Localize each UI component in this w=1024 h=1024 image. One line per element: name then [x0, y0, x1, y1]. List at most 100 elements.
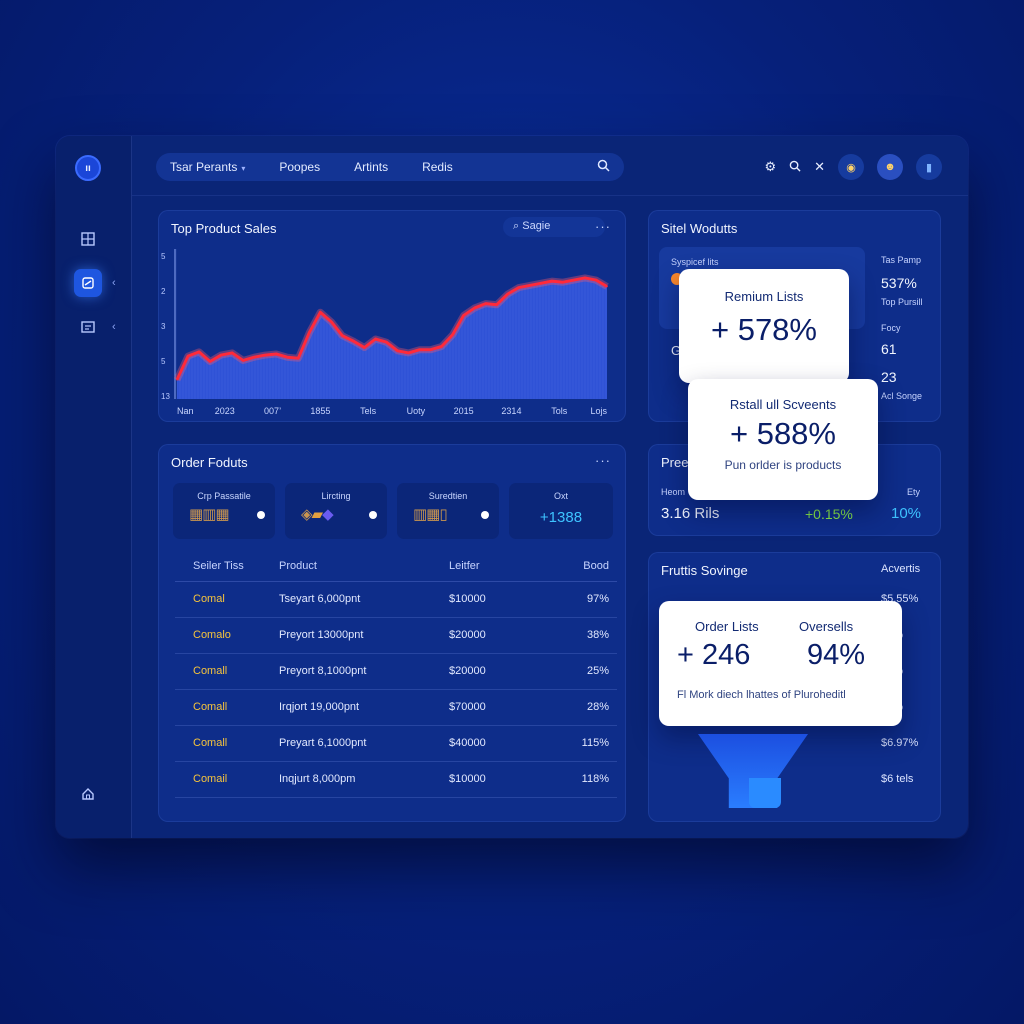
y-tick-label: 3: [161, 322, 166, 331]
bar-chart-icon[interactable]: ▮: [916, 154, 942, 180]
avatar[interactable]: ☻: [877, 154, 903, 180]
right-label-5: Acl Songe: [881, 391, 923, 401]
column-header: Acvertis: [881, 563, 921, 575]
data-point: [396, 349, 399, 352]
card-subtitle: Fl Mork diech lhattes of Pluroheditl: [677, 689, 846, 701]
nav-item-label: Tsar Perants: [170, 160, 238, 174]
nav-item-tsar-perants[interactable]: Tsar Perants ▾: [170, 160, 245, 174]
order-lists-card[interactable]: Order Lists + 246 Oversells 94% Fl Mork …: [659, 601, 902, 726]
x-tick-label: 2314: [501, 406, 521, 416]
panel-title: Pree: [661, 455, 689, 470]
card-subtitle: Pun orlder is products: [724, 458, 842, 472]
expand-chevron-icon[interactable]: ‹: [112, 321, 116, 333]
x-tick-label: 2015: [454, 406, 474, 416]
funnel-stem: [749, 778, 781, 808]
search-icon: ⌕: [513, 220, 520, 232]
savings-value: $6.97%: [881, 737, 919, 749]
data-point: [264, 354, 267, 356]
card-value: + 578%: [710, 312, 817, 347]
table-row[interactable]: Comall Preyart 6,1000pnt $40000 115%: [175, 725, 617, 762]
table-row[interactable]: Comail Inqjurt 8,000pm $10000 118%: [175, 761, 617, 798]
data-point: [198, 351, 200, 353]
data-point: [352, 340, 355, 342]
product-tile[interactable]: Lircting ◈▰◆: [285, 483, 387, 539]
nav-item-poopes[interactable]: Poopes: [279, 160, 320, 174]
right-label-2: Top Pursill: [881, 297, 923, 307]
percent-cell: 25%: [559, 653, 617, 690]
product-cell: Preyort 8,1000pnt: [279, 653, 449, 690]
seller-cell: Comall: [175, 725, 279, 762]
table-row[interactable]: Comall Preyort 8,1000pnt $20000 25%: [175, 653, 617, 690]
data-point: [275, 353, 278, 355]
data-point: [231, 352, 233, 354]
nav-item-redis[interactable]: Redis: [422, 160, 453, 174]
nav-item-artints[interactable]: Artints: [354, 160, 388, 174]
x-tick-label: Tels: [360, 406, 377, 416]
collapse-chevron-icon[interactable]: ‹: [112, 277, 116, 289]
orders-table: Seiler Tiss Product Leitfer Bood Comal Ts…: [175, 552, 617, 798]
crates-icon: ▥▦▯: [413, 506, 448, 523]
x-tick-label: 007’: [264, 406, 281, 416]
tile-label: Oxt: [553, 491, 568, 501]
table-row[interactable]: Comall Irqjort 19,000pnt $70000 28%: [175, 689, 617, 726]
tile-dot: [257, 511, 265, 519]
price-cell: $20000: [449, 653, 559, 690]
gear-icon[interactable]: ⚙: [764, 159, 776, 175]
product-tile[interactable]: Oxt +1388: [509, 483, 613, 539]
more-menu-icon[interactable]: ···: [595, 453, 611, 468]
data-point: [429, 348, 432, 351]
percent-cell: 38%: [559, 617, 617, 654]
close-icon[interactable]: ✕: [814, 159, 825, 175]
product-tile[interactable]: Suredtien ▥▦▯: [397, 483, 499, 539]
app-logo[interactable]: ıı: [75, 155, 101, 181]
right-value-1: 537%: [881, 275, 917, 291]
right-label: Ety: [907, 487, 921, 497]
data-point: [176, 378, 178, 381]
boxes-icon: ▦▥▦: [189, 506, 230, 523]
more-menu-icon[interactable]: ···: [595, 219, 611, 234]
tile-dot: [369, 511, 377, 519]
table-row[interactable]: Comalo Preyort 13000pnt $20000 38%: [175, 617, 617, 654]
search-icon[interactable]: [789, 160, 801, 175]
x-tick-label: Uoty: [407, 406, 426, 416]
data-point: [440, 345, 443, 348]
grid-icon[interactable]: [74, 225, 102, 253]
price-cell: $70000: [449, 689, 559, 726]
data-point: [529, 284, 531, 287]
column-header[interactable]: Bood: [559, 552, 617, 582]
panel-title: Order Foduts: [171, 455, 248, 470]
column-header[interactable]: Leitfer: [449, 552, 559, 582]
data-point: [187, 355, 189, 357]
panel-title: Top Product Sales: [171, 221, 277, 236]
remium-lists-card[interactable]: Remium Lists + 578%: [679, 269, 849, 383]
seller-cell: Comail: [175, 761, 279, 798]
data-point: [385, 341, 388, 344]
chart-icon[interactable]: [74, 269, 102, 297]
left-label: Heom: [661, 487, 686, 497]
table-row[interactable]: Comal Tseyart 6,000pnt $10000 97%: [175, 581, 617, 618]
column-header[interactable]: Product: [279, 552, 449, 582]
tile-label: Lircting: [321, 491, 351, 501]
x-tick-label: Nan: [177, 406, 194, 416]
data-point: [319, 311, 322, 314]
product-cell: Preyort 13000pnt: [279, 617, 449, 654]
search-icon[interactable]: [597, 159, 610, 175]
data-point: [606, 285, 608, 288]
data-point: [540, 282, 542, 285]
data-point: [330, 321, 333, 323]
data-point: [286, 356, 289, 359]
chart-search-field[interactable]: ⌕ Sagie: [503, 217, 605, 237]
product-tile[interactable]: Crp Passatile ▦▥▦: [173, 483, 275, 539]
data-point: [506, 293, 509, 295]
bulb-icon[interactable]: ◉: [838, 154, 864, 180]
seller-cell: Comalo: [175, 617, 279, 654]
y-tick-label: 13: [161, 392, 170, 401]
panel-title: Fruttis Sovinge: [661, 563, 748, 578]
seller-cell: Comall: [175, 689, 279, 726]
home-icon[interactable]: [74, 780, 102, 808]
column-header[interactable]: Seiler Tiss: [175, 552, 279, 582]
tile-dot: [481, 511, 489, 519]
layout-icon[interactable]: [74, 313, 102, 341]
retail-events-card[interactable]: Rstall ull Scveents + 588% Pun orlder is…: [688, 379, 878, 500]
card-title: Oversells: [799, 619, 854, 634]
